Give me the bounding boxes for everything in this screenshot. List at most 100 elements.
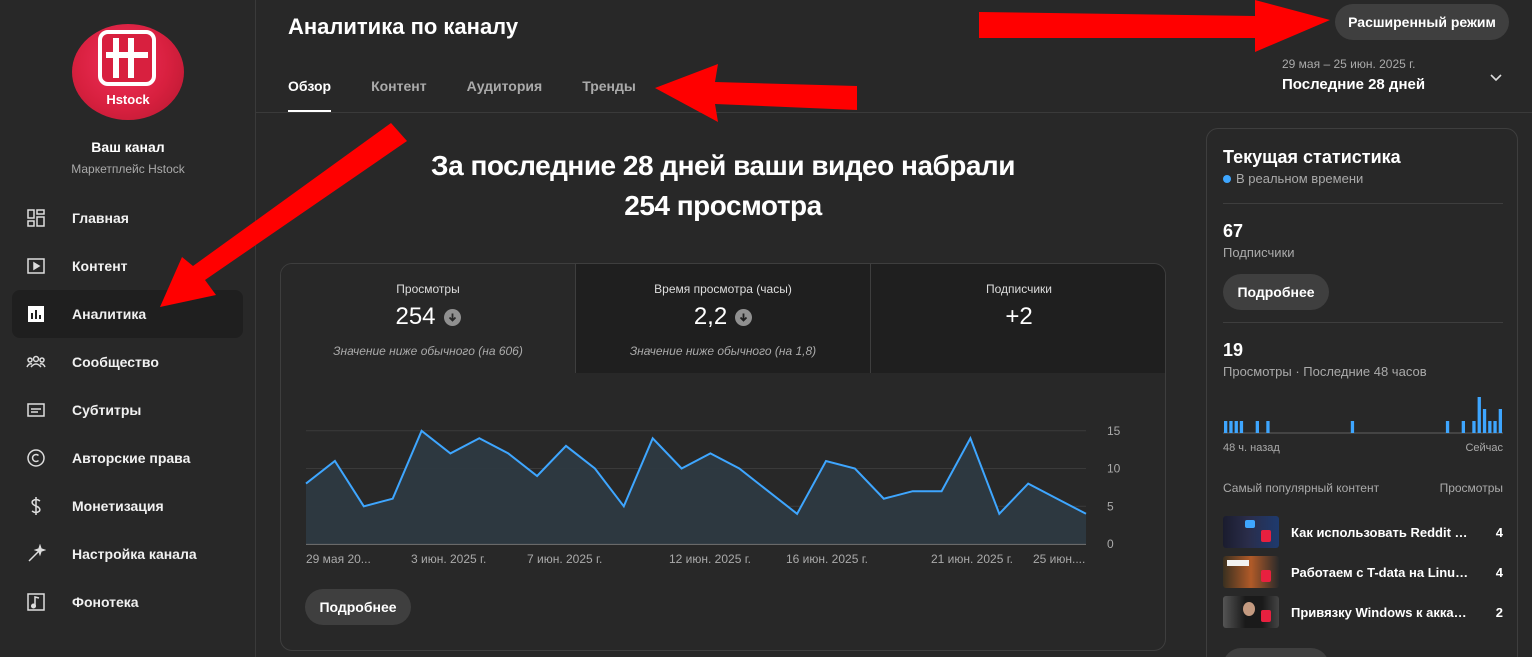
realtime-bar [1477, 397, 1481, 433]
date-period-select[interactable]: Последние 28 дней [1282, 76, 1425, 93]
realtime-bar [1350, 421, 1355, 433]
top-content-item[interactable]: Как использовать Reddit дл... 4 [1223, 516, 1503, 548]
metric-value-wrap: 254 [281, 302, 575, 332]
realtime-bar [1224, 421, 1228, 433]
video-views: 2 [1495, 604, 1503, 620]
sidebar-item-label: Контент [72, 258, 128, 274]
video-title: Работаем с T-data на Linux! ... [1291, 564, 1473, 580]
sidebar-item-subtitles[interactable]: Субтитры [12, 386, 243, 434]
realtime-bar-chart [1223, 397, 1503, 434]
y-tick-label: 15 [1107, 424, 1121, 438]
sidebar-item-community[interactable]: Сообщество [12, 338, 243, 386]
metric-views[interactable]: Просмотры 254 Значение ниже обычного (на… [281, 264, 576, 373]
audio-library-icon [24, 590, 48, 614]
x-tick-label: 29 мая 20... [306, 552, 371, 566]
metric-label: Подписчики [985, 282, 1052, 296]
video-views: 4 [1495, 524, 1503, 540]
community-icon [24, 350, 48, 374]
y-tick-label: 10 [1107, 462, 1121, 476]
realtime-bar [1239, 421, 1244, 433]
realtime-title: Текущая статистика [1223, 147, 1401, 167]
video-views: 4 [1495, 564, 1503, 580]
logo-text: Hstock [106, 92, 150, 107]
tab-trends[interactable]: Тренды [582, 78, 636, 112]
x-tick-label: 7 июн. 2025 г. [527, 552, 602, 566]
top-content-item[interactable]: Работаем с T-data на Linux! ... 4 [1223, 556, 1503, 588]
metric-value: +2 [1005, 303, 1033, 330]
analytics-tabs: Обзор Контент Аудитория Тренды [288, 78, 676, 112]
sidebar-item-label: Сообщество [72, 354, 159, 370]
customization-icon [24, 542, 48, 566]
video-thumbnail [1223, 556, 1279, 588]
metric-value: 2,2 [693, 303, 728, 330]
top-content-item[interactable]: Привязку Windows к аккаун... 2 [1223, 596, 1503, 628]
sidebar-item-monetization[interactable]: Монетизация [12, 482, 243, 530]
realtime-live: В реальном времени [1223, 171, 1363, 186]
video-title: Как использовать Reddit дл... [1291, 524, 1473, 540]
realtime-bar [1488, 421, 1492, 433]
sidebar-item-label: Настройка канала [72, 546, 197, 562]
realtime-bar [1445, 421, 1450, 433]
realtime-bar [1255, 421, 1259, 433]
tab-audience[interactable]: Аудитория [467, 78, 543, 112]
realtime-bar [1229, 421, 1233, 433]
date-range[interactable]: 29 мая – 25 июн. 2025 г. [1282, 57, 1415, 71]
divider [1223, 322, 1503, 323]
realtime-more-button[interactable]: Подробнее [1223, 274, 1329, 310]
video-title: Привязку Windows к аккаун... [1291, 604, 1473, 620]
metric-value: 254 [395, 303, 436, 330]
views-area [306, 430, 1086, 544]
realtime-bar [1472, 421, 1476, 433]
metric-subscribers[interactable]: Подписчики +2 [871, 264, 1165, 373]
video-thumbnail [1223, 596, 1279, 628]
metric-value-wrap: +2 [871, 302, 1165, 332]
sidebar-item-copyright[interactable]: Авторские права [12, 434, 243, 482]
chevron-down-icon[interactable] [1488, 70, 1504, 86]
x-tick-label: 16 июн. 2025 г. [786, 552, 868, 566]
sidebar-item-label: Главная [72, 210, 129, 226]
more-details-button[interactable]: Подробнее [305, 589, 411, 625]
x-tick-label: 25 июн.... [1033, 552, 1085, 566]
metric-value-wrap: 2,2 [576, 302, 870, 332]
tab-overview[interactable]: Обзор [288, 78, 332, 112]
sidebar-item-label: Субтитры [72, 402, 142, 418]
realtime-bar [1493, 421, 1497, 433]
sidebar: Hstock Ваш канал Маркетплейс Hstock Глав… [0, 0, 256, 657]
y-tick-label: 0 [1107, 537, 1114, 551]
sidebar-item-customization[interactable]: Настройка канала [12, 530, 243, 578]
sidebar-item-analytics[interactable]: Аналитика [12, 290, 243, 338]
x-tick-label: 12 июн. 2025 г. [669, 552, 751, 566]
top-views-label: Просмотры [1439, 481, 1503, 495]
metric-label: Время просмотра (часы) [654, 282, 792, 296]
advanced-mode-button[interactable]: Расширенный режим [1335, 4, 1509, 40]
sidebar-item-label: Монетизация [72, 498, 164, 514]
sidebar-item-label: Аналитика [72, 306, 147, 322]
header-divider [256, 112, 1532, 113]
overview-card: Просмотры 254 Значение ниже обычного (на… [280, 263, 1166, 651]
video-thumbnail [1223, 516, 1279, 548]
sidebar-item-label: Авторские права [72, 450, 191, 466]
x-tick-label: 21 июн. 2025 г. [931, 552, 1013, 566]
metric-label: Просмотры [396, 282, 460, 296]
partial-button[interactable] [1223, 648, 1329, 657]
sidebar-item-dashboard[interactable]: Главная [12, 194, 243, 242]
realtime-panel: Текущая статистика В реальном времени 67… [1206, 128, 1518, 657]
live-dot-icon [1223, 174, 1231, 183]
tab-content[interactable]: Контент [371, 78, 427, 112]
channel-avatar[interactable]: Hstock [72, 24, 184, 120]
channel-name[interactable]: Ваш канал [0, 139, 256, 155]
sidebar-item-audio-library[interactable]: Фонотека [12, 578, 243, 626]
arrow-down-icon [443, 308, 461, 326]
copyright-icon [24, 446, 48, 470]
sidebar-item-content[interactable]: Контент [12, 242, 243, 290]
metric-watch-time[interactable]: Время просмотра (часы) 2,2 Значение ниже… [576, 264, 871, 373]
y-tick-label: 5 [1107, 499, 1114, 513]
realtime-bar [1498, 409, 1502, 433]
x-tick-label: 3 июн. 2025 г. [411, 552, 486, 566]
metric-tabs: Просмотры 254 Значение ниже обычного (на… [281, 264, 1165, 373]
dashboard-icon [24, 206, 48, 230]
divider [1223, 203, 1503, 204]
headline-line-2: 254 просмотра [624, 190, 822, 221]
arrow-to-trends-icon [655, 64, 857, 122]
realtime-live-label: В реальном времени [1236, 171, 1364, 186]
